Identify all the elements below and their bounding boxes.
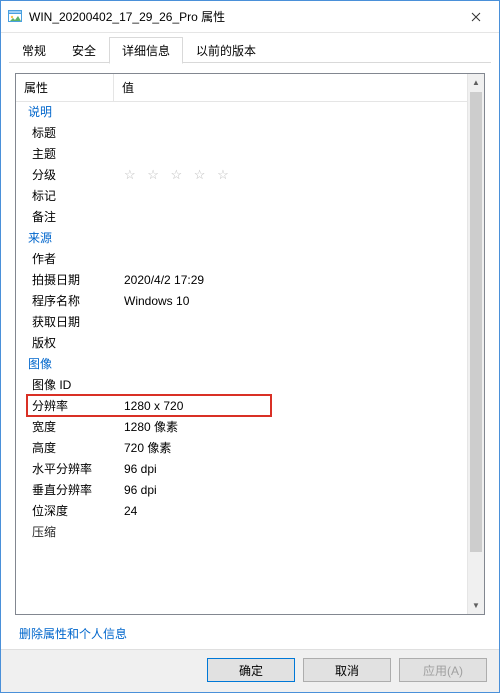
cell-label: 高度 <box>16 440 122 456</box>
group-label: 图像 <box>16 356 122 372</box>
cell-label: 主题 <box>16 146 122 162</box>
tab-previous-versions[interactable]: 以前的版本 <box>183 37 269 63</box>
row-rating[interactable]: 分级 ☆ ☆ ☆ ☆ ☆ <box>16 164 467 185</box>
cell-label: 图像 ID <box>16 377 122 393</box>
group-label: 说明 <box>16 104 122 120</box>
scroll-thumb[interactable] <box>470 92 482 552</box>
cell-value: 96 dpi <box>122 461 467 477</box>
dialog-button-bar: 确定 取消 应用(A) <box>1 649 499 692</box>
row-title[interactable]: 标题 <box>16 122 467 143</box>
cell-label: 垂直分辨率 <box>16 482 122 498</box>
cell-label: 备注 <box>16 209 122 225</box>
cell-label: 位深度 <box>16 503 122 519</box>
cell-value <box>122 377 467 393</box>
cell-value: 24 <box>122 503 467 519</box>
cell-label: 获取日期 <box>16 314 122 330</box>
cell-value <box>122 251 467 267</box>
cell-label: 程序名称 <box>16 293 122 309</box>
link-row: 删除属性和个人信息 <box>15 615 485 650</box>
tab-general[interactable]: 常规 <box>9 37 59 63</box>
group-origin: 来源 <box>16 227 467 248</box>
tab-content: 属性 值 ▲ ▼ 说明 标题 主题 分级 ☆ ☆ ☆ ☆ ☆ <box>1 63 499 654</box>
apply-button[interactable]: 应用(A) <box>399 658 487 682</box>
cell-value: 720 像素 <box>122 440 467 456</box>
cell-value <box>122 524 467 540</box>
rating-stars-icon[interactable]: ☆ ☆ ☆ ☆ ☆ <box>122 167 467 183</box>
row-bit-depth[interactable]: 位深度 24 <box>16 500 467 521</box>
row-height[interactable]: 高度 720 像素 <box>16 437 467 458</box>
header-property[interactable]: 属性 <box>16 74 114 101</box>
row-vertical-resolution[interactable]: 垂直分辨率 96 dpi <box>16 479 467 500</box>
cell-label: 水平分辨率 <box>16 461 122 477</box>
vertical-scrollbar[interactable]: ▲ ▼ <box>467 74 484 614</box>
list-header: 属性 值 <box>16 74 484 102</box>
row-horizontal-resolution[interactable]: 水平分辨率 96 dpi <box>16 458 467 479</box>
row-author[interactable]: 作者 <box>16 248 467 269</box>
cell-label: 压缩 <box>16 524 122 540</box>
cell-value <box>122 188 467 204</box>
cell-label: 分辨率 <box>16 398 122 414</box>
row-dimensions[interactable]: 分辨率 1280 x 720 <box>16 395 467 416</box>
cell-label: 作者 <box>16 251 122 267</box>
tab-security[interactable]: 安全 <box>59 37 109 63</box>
cell-value <box>122 209 467 225</box>
cell-value <box>122 314 467 330</box>
row-tags[interactable]: 标记 <box>16 185 467 206</box>
cell-value: Windows 10 <box>122 293 467 309</box>
group-image: 图像 <box>16 353 467 374</box>
rows-container: 说明 标题 主题 分级 ☆ ☆ ☆ ☆ ☆ 标记 备注 <box>16 101 467 614</box>
row-comments[interactable]: 备注 <box>16 206 467 227</box>
cell-value <box>122 125 467 141</box>
row-width[interactable]: 宽度 1280 像素 <box>16 416 467 437</box>
row-compression[interactable]: 压缩 <box>16 521 467 542</box>
cell-label: 标记 <box>16 188 122 204</box>
tab-strip: 常规 安全 详细信息 以前的版本 <box>1 33 499 63</box>
cell-label: 分级 <box>16 167 122 183</box>
row-copyright[interactable]: 版权 <box>16 332 467 353</box>
cell-value: 2020/4/2 17:29 <box>122 272 467 288</box>
scroll-down-icon[interactable]: ▼ <box>468 597 484 614</box>
group-label: 来源 <box>16 230 122 246</box>
cell-value <box>122 335 467 351</box>
row-date-taken[interactable]: 拍摄日期 2020/4/2 17:29 <box>16 269 467 290</box>
scroll-up-icon[interactable]: ▲ <box>468 74 484 91</box>
cell-label: 版权 <box>16 335 122 351</box>
cell-value <box>122 146 467 162</box>
cell-label: 宽度 <box>16 419 122 435</box>
row-image-id[interactable]: 图像 ID <box>16 374 467 395</box>
remove-properties-link[interactable]: 删除属性和个人信息 <box>19 627 127 641</box>
close-button[interactable] <box>453 1 499 33</box>
cell-label: 拍摄日期 <box>16 272 122 288</box>
cell-value: 96 dpi <box>122 482 467 498</box>
cell-value: 1280 x 720 <box>122 398 467 414</box>
cell-label: 标题 <box>16 125 122 141</box>
group-description: 说明 <box>16 101 467 122</box>
row-subject[interactable]: 主题 <box>16 143 467 164</box>
file-icon <box>7 9 23 25</box>
titlebar: WIN_20200402_17_29_26_Pro 属性 <box>1 1 499 33</box>
tab-details[interactable]: 详细信息 <box>109 37 183 64</box>
cell-value: 1280 像素 <box>122 419 467 435</box>
window-title: WIN_20200402_17_29_26_Pro 属性 <box>29 8 453 25</box>
ok-button[interactable]: 确定 <box>207 658 295 682</box>
row-date-acquired[interactable]: 获取日期 <box>16 311 467 332</box>
cancel-button[interactable]: 取消 <box>303 658 391 682</box>
property-list[interactable]: 属性 值 ▲ ▼ 说明 标题 主题 分级 ☆ ☆ ☆ ☆ ☆ <box>15 73 485 615</box>
row-program-name[interactable]: 程序名称 Windows 10 <box>16 290 467 311</box>
header-value[interactable]: 值 <box>114 74 484 101</box>
